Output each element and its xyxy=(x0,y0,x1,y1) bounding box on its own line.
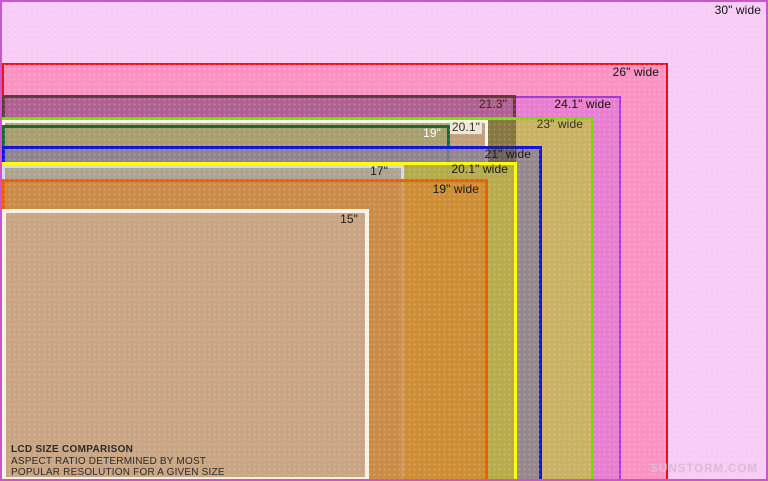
size-label-24-1-wide: 24.1" wide xyxy=(554,98,611,111)
size-label-21-wide: 21" wide xyxy=(485,148,531,161)
caption-block: LCD SIZE COMPARISON ASPECT RATIO DETERMI… xyxy=(11,444,225,479)
sunstorm-watermark: SUNSTORM.COM xyxy=(650,463,758,475)
size-label-21-3: 21.3" xyxy=(479,98,507,111)
size-label-23-wide: 23" wide xyxy=(537,118,583,131)
caption-title: LCD SIZE COMPARISON xyxy=(11,444,225,456)
size-label-20-1-wide: 20.1" wide xyxy=(451,163,508,176)
lcd-size-comparison-chart: 30" wide 26" wide 24.1" wide 21.3" 23" wide 2… xyxy=(0,0,768,481)
size-rect-15 xyxy=(2,209,369,481)
caption-line-2: ASPECT RATIO DETERMINED BY MOST xyxy=(11,456,225,468)
caption-line-3: POPULAR RESOLUTION FOR A GIVEN SIZE xyxy=(11,467,225,479)
size-label-30-wide: 30" wide xyxy=(715,4,761,17)
size-label-26-wide: 26" wide xyxy=(613,66,659,79)
size-label-19-wide: 19" wide xyxy=(433,183,479,196)
size-label-15: 15" xyxy=(340,213,358,226)
size-label-17: 17" xyxy=(370,165,388,178)
size-label-19: 19" xyxy=(423,127,441,140)
size-label-20-1: 20.1" xyxy=(450,121,482,134)
